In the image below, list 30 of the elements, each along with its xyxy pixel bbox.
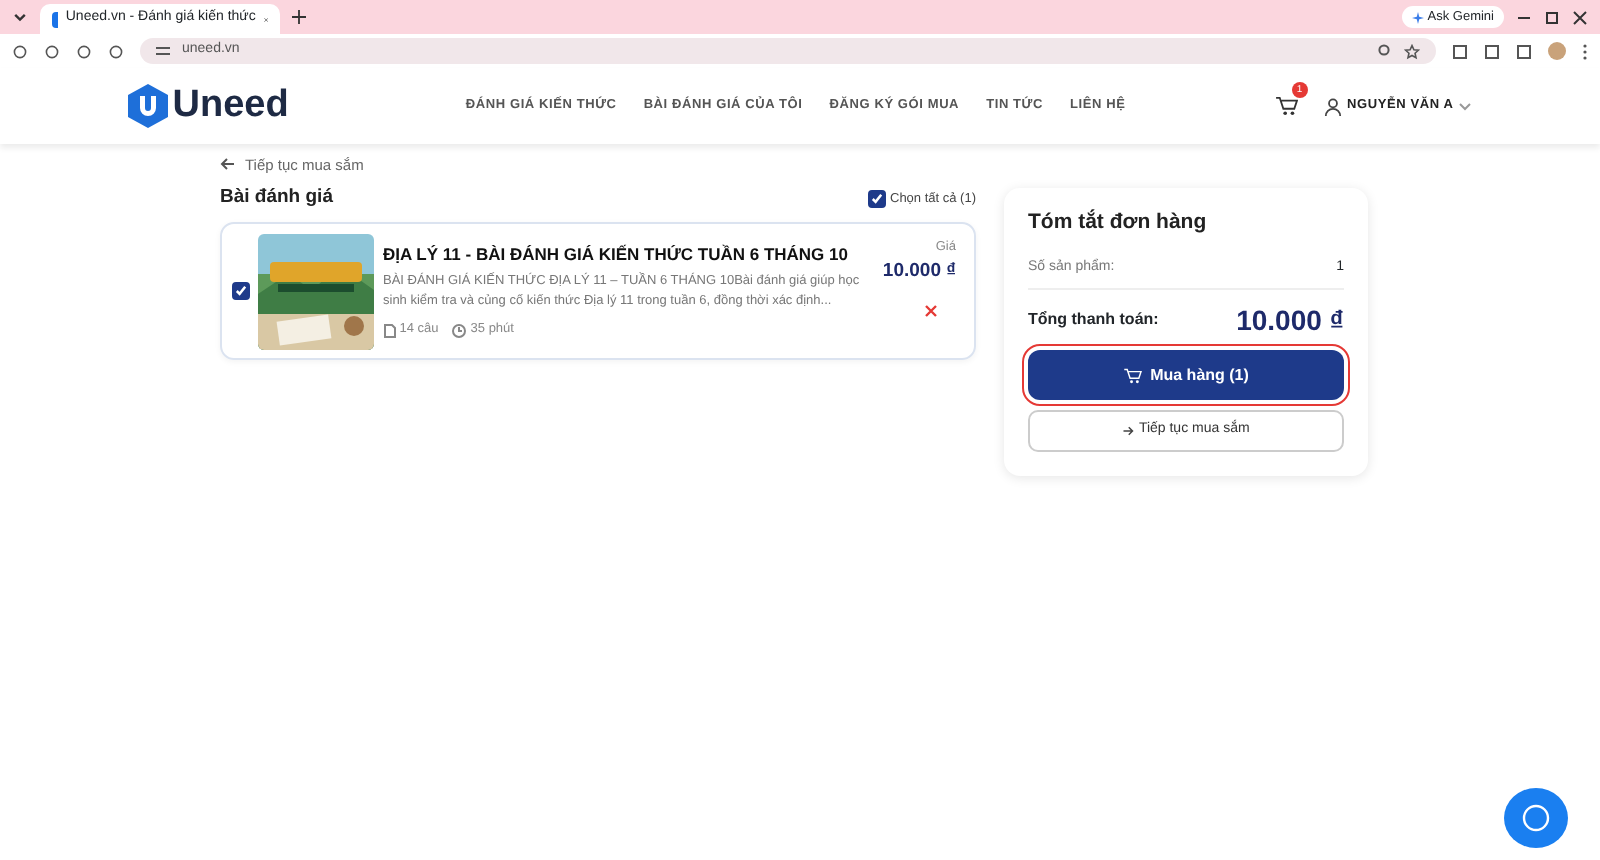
item-title[interactable]: ĐỊA LÝ 11 - BÀI ĐÁNH GIÁ KIẾN THỨC TUẦN 6 THÁNG 10 [383, 242, 874, 268]
caret-icon[interactable] [1458, 101, 1472, 111]
tab-list-icon[interactable] [12, 9, 28, 25]
remove-icon[interactable] [924, 303, 938, 318]
checkbox[interactable] [231, 282, 249, 300]
close-icon[interactable] [1572, 9, 1588, 25]
back-arrow-icon[interactable] [220, 158, 236, 171]
buy-button[interactable]: Mua hàng (1) [1028, 350, 1344, 400]
arrow-right-icon [1122, 425, 1135, 435]
item-price: 10.000 ₫ [882, 257, 956, 285]
user-icon[interactable] [1324, 97, 1343, 115]
sparkle-icon [1411, 11, 1424, 23]
summary-title: Tóm tắt đơn hàng [1028, 208, 1209, 239]
menu-icon[interactable] [1582, 43, 1588, 59]
star-icon[interactable] [1404, 43, 1420, 59]
total-label: Tổng thanh toán: [1028, 308, 1159, 332]
section-title: Bài đánh giá [220, 184, 333, 213]
total-price: 10.000 ₫ [1236, 301, 1344, 339]
checkbox[interactable] [867, 189, 886, 208]
chat-button[interactable] [1504, 788, 1568, 848]
clock-icon [452, 323, 467, 337]
logo-text[interactable]: Uneed [172, 77, 289, 135]
new-tab-icon[interactable] [292, 10, 306, 24]
cart-icon [1123, 367, 1142, 383]
site-icon [52, 11, 58, 27]
site-info-icon[interactable] [156, 44, 170, 58]
logo-icon[interactable] [128, 84, 168, 128]
cart-icon[interactable] [1275, 95, 1298, 116]
restore-icon[interactable] [1544, 9, 1560, 25]
document-icon [383, 323, 395, 337]
